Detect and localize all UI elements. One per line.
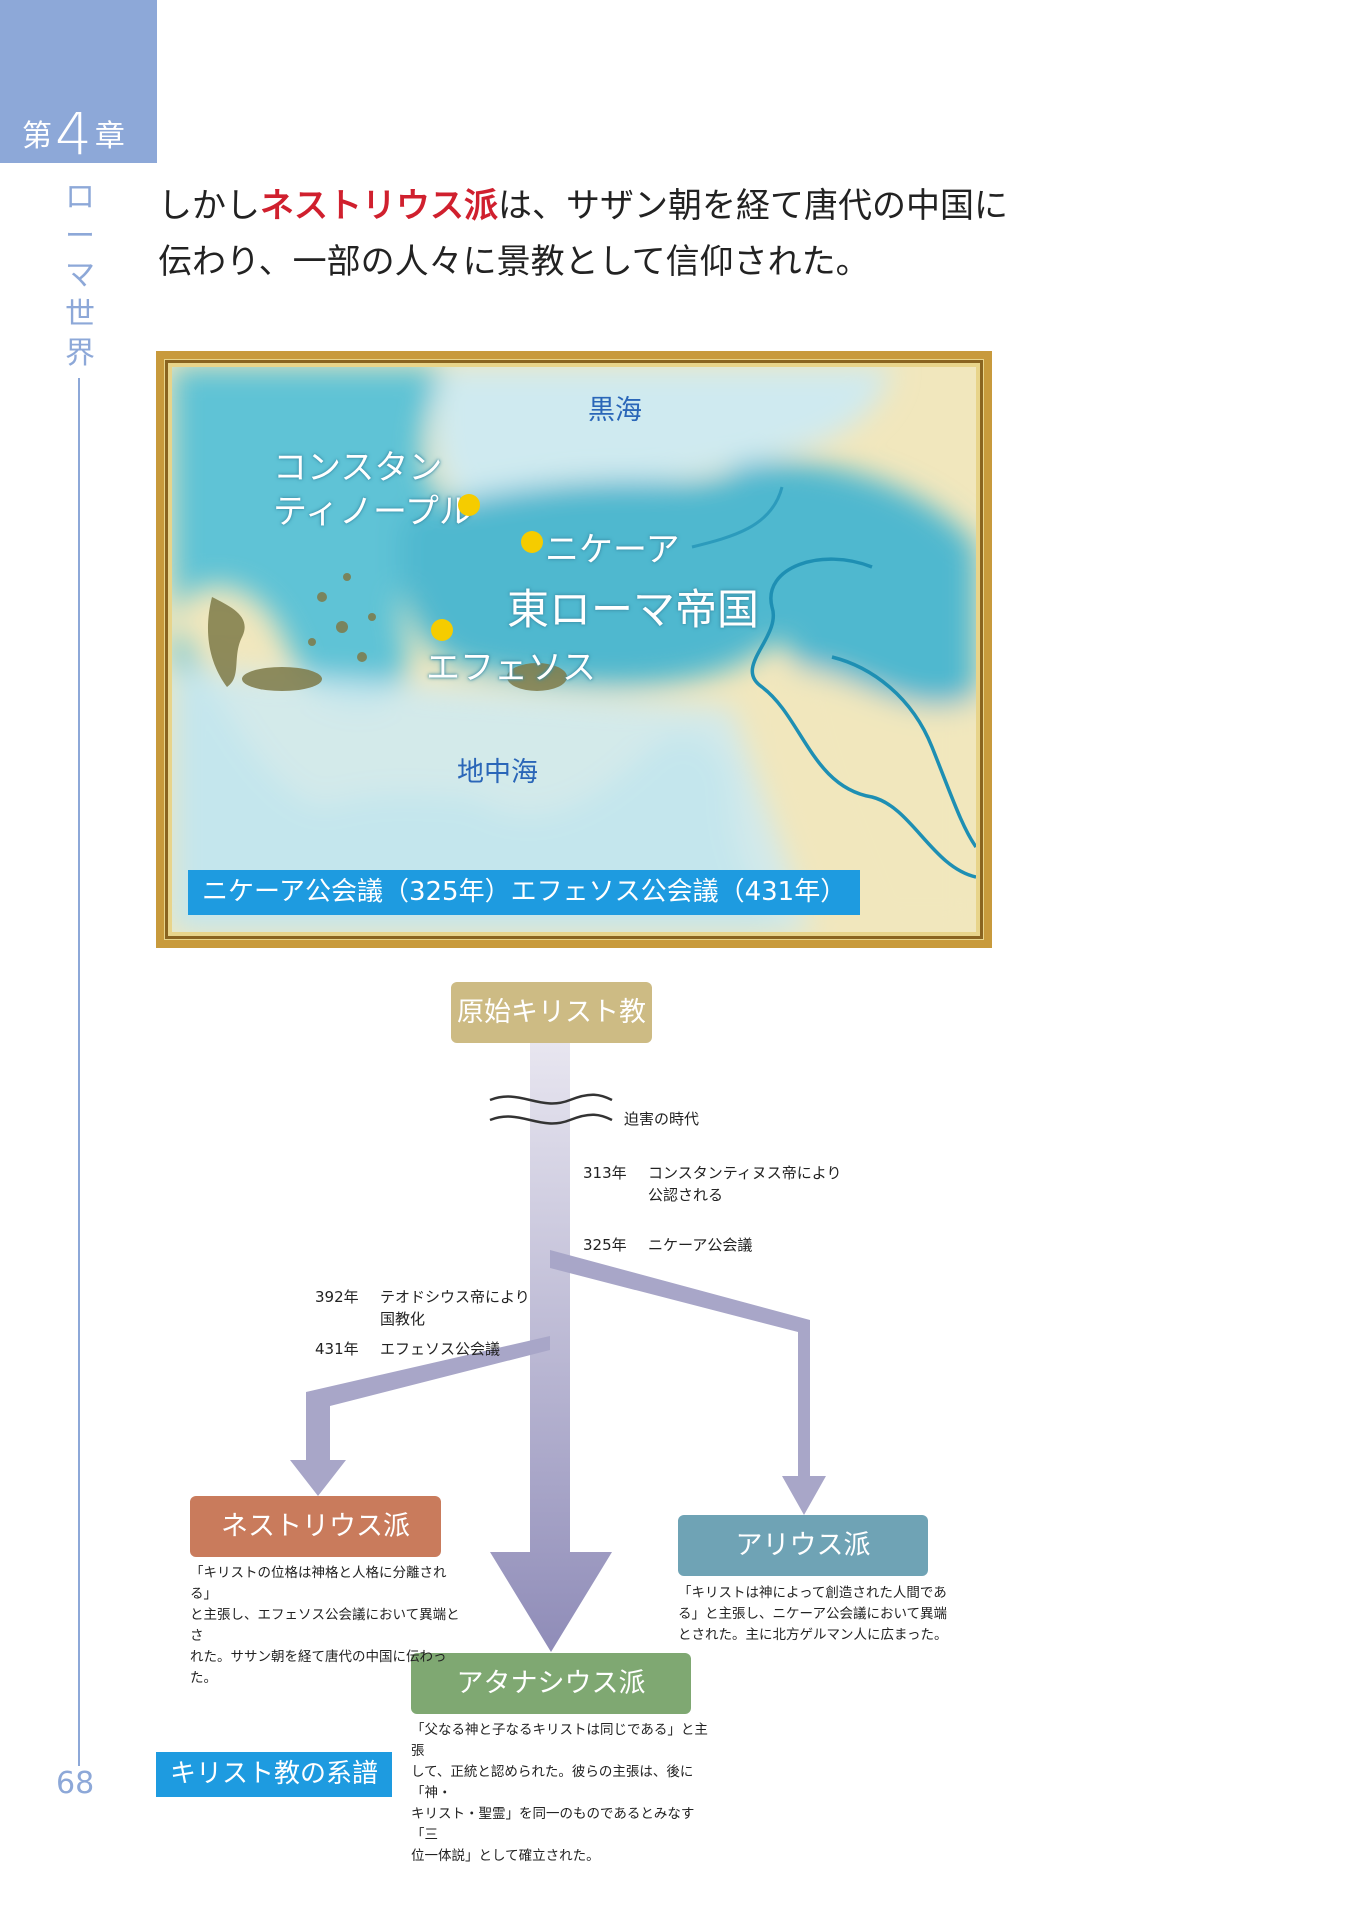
city-dot-constantinople	[458, 494, 480, 516]
node-nestorian: ネストリウス派	[190, 1496, 441, 1557]
note-313-text2: 公認される	[648, 1186, 724, 1204]
nestorian-branch-arrow	[290, 1336, 550, 1496]
arian-branch-arrow	[550, 1250, 826, 1515]
map-label-ephesus: エフェソス	[426, 648, 596, 688]
note-431-text: エフェソス公会議	[380, 1340, 501, 1358]
chapter-label: 第4 章	[22, 100, 125, 168]
map-label-nicaea: ニケーア	[545, 530, 680, 570]
map-caption: ニケーア公会議（325年）エフェソス公会議（431年）	[188, 870, 861, 915]
section-title: ローマ世界	[65, 180, 95, 371]
lead-text: しかしネストリウス派は、サザン朝を経て唐代の中国に伝わり、一部の人々に景教として…	[158, 186, 1008, 282]
city-dot-ephesus	[431, 619, 453, 641]
genealogy-label: キリスト教の系譜	[156, 1752, 393, 1797]
city-dot-nicaea	[521, 531, 543, 553]
chapter-number: 4	[55, 100, 92, 168]
note-392-year: 392年	[315, 1288, 359, 1306]
map-label-black-sea: 黒海	[588, 395, 642, 426]
nestorian-description: 「キリストの位格は神格と人格に分離される」 と主張し、エフェソス公会議において異…	[190, 1565, 460, 1686]
note-persecution: 迫害の時代	[624, 1110, 700, 1128]
highlight-term: ネストリウス派	[260, 186, 498, 226]
note-392-text2: 国教化	[380, 1310, 426, 1328]
map-label-constantinople-2: ティノープル	[273, 492, 473, 532]
map-label-empire: 東ローマ帝国	[507, 585, 760, 634]
node-arian: アリウス派	[678, 1515, 928, 1576]
note-313-text1: コンスタンティヌス帝により	[648, 1164, 842, 1182]
note-392-text1: テオドシウス帝により	[380, 1288, 530, 1306]
map-label-mediterranean: 地中海	[457, 757, 538, 788]
note-431-year: 431年	[315, 1340, 359, 1358]
arian-description: 「キリストは神によって創造された人間であ る」と主張し、ニケーア公会議において異…	[678, 1585, 948, 1643]
note-313-year: 313年	[583, 1164, 627, 1182]
node-original-christianity: 原始キリスト教	[451, 982, 652, 1043]
note-325-year: 325年	[583, 1236, 627, 1254]
map-label-constantinople-1: コンスタン	[273, 448, 443, 488]
athanasian-description: 「父なる神と子なるキリストは同じである」と主張 して、正統と認められた。彼らの主…	[411, 1722, 708, 1864]
page-number: 68	[56, 1766, 95, 1801]
note-325-text: ニケーア公会議	[648, 1236, 753, 1254]
